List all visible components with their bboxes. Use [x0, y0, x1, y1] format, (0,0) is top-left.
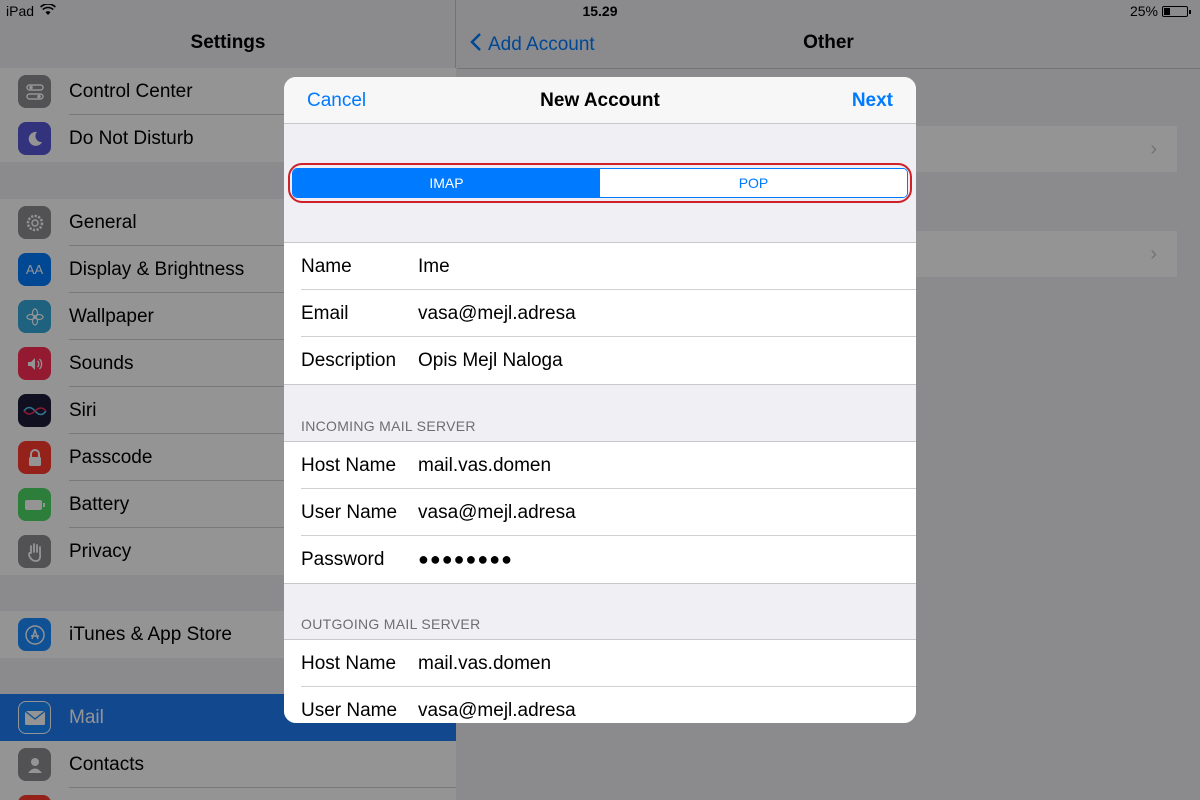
user-name-label: User Name — [301, 501, 398, 523]
user-name-label: User Name — [301, 699, 398, 721]
account-info-group: Name Ime Email vasa@mejl.adresa Descript… — [284, 242, 916, 385]
description-row[interactable]: Description Opis Mejl Naloga — [284, 337, 916, 384]
email-label: Email — [301, 302, 349, 324]
incoming-password-row[interactable]: Password ●●●●●●●● — [284, 536, 916, 583]
incoming-password-field[interactable]: ●●●●●●●● — [418, 549, 513, 570]
outgoing-server-group: Host Name mail.vas.domen User Name vasa@… — [284, 639, 916, 723]
password-label: Password — [301, 548, 385, 570]
outgoing-user-field[interactable]: vasa@mejl.adresa — [418, 700, 576, 722]
incoming-server-group: Host Name mail.vas.domen User Name vasa@… — [284, 441, 916, 584]
name-label: Name — [301, 255, 352, 277]
incoming-section-header: INCOMING MAIL SERVER — [301, 418, 476, 434]
incoming-host-row[interactable]: Host Name mail.vas.domen — [284, 442, 916, 489]
next-button[interactable]: Next — [852, 90, 893, 112]
modal-title: New Account — [540, 90, 660, 111]
outgoing-user-row[interactable]: User Name vasa@mejl.adresa — [284, 687, 916, 723]
new-account-sheet: Cancel New Account Next IMAP POP Name Im… — [284, 77, 916, 723]
email-field[interactable]: vasa@mejl.adresa — [418, 303, 576, 325]
description-label: Description — [301, 349, 397, 371]
host-name-label: Host Name — [301, 454, 397, 476]
description-field[interactable]: Opis Mejl Naloga — [418, 350, 563, 372]
account-type-segmented-control: IMAP POP — [292, 168, 908, 198]
modal-nav-bar: Cancel New Account Next — [284, 77, 916, 124]
incoming-host-field[interactable]: mail.vas.domen — [418, 455, 551, 477]
outgoing-section-header: OUTGOING MAIL SERVER — [301, 616, 481, 632]
incoming-user-field[interactable]: vasa@mejl.adresa — [418, 502, 576, 524]
email-row[interactable]: Email vasa@mejl.adresa — [284, 290, 916, 337]
outgoing-host-row[interactable]: Host Name mail.vas.domen — [284, 640, 916, 687]
pop-segment[interactable]: POP — [600, 169, 907, 197]
incoming-user-row[interactable]: User Name vasa@mejl.adresa — [284, 489, 916, 536]
outgoing-host-field[interactable]: mail.vas.domen — [418, 653, 551, 675]
name-row[interactable]: Name Ime — [284, 243, 916, 290]
name-field[interactable]: Ime — [418, 256, 450, 278]
host-name-label: Host Name — [301, 652, 397, 674]
imap-segment[interactable]: IMAP — [293, 169, 600, 197]
